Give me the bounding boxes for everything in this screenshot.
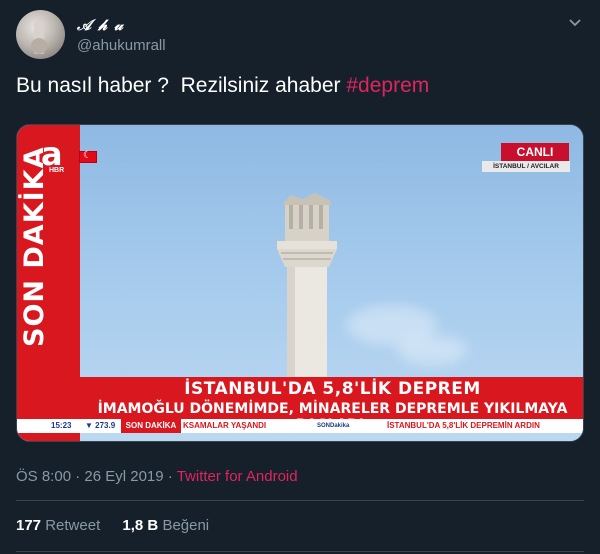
user-handle[interactable]: @ahukumrall — [77, 37, 166, 54]
more-options-icon[interactable] — [566, 14, 584, 32]
tweet-time[interactable]: ÖS 8:00 — [16, 468, 71, 485]
tweet-header: 𝒜 𝒽 𝓊 @ahukumrall — [16, 10, 584, 60]
meta-separator: · — [75, 468, 81, 485]
side-label: SON DAKİKA — [19, 146, 50, 348]
tweet-source-link[interactable]: Twitter for Android — [177, 468, 298, 485]
news-banner: İSTANBUL'DA 5,8'LİK DEPREM İMAMOĞLU DÖNE… — [80, 377, 583, 433]
hashtag-link[interactable]: #deprem — [346, 74, 429, 97]
like-stat[interactable]: 1,8 B Beğeni — [122, 517, 209, 534]
channel-logo-sub: HBR — [49, 167, 65, 174]
news-headline: İSTANBUL'DA 5,8'LİK DEPREM — [184, 379, 481, 399]
ticker-text: İSTANBUL'DA 5,8'LİK DEPREMİN ARDIN — [387, 421, 540, 430]
like-label: Beğeni — [162, 517, 210, 534]
retweet-count: 177 — [16, 517, 42, 534]
retweet-stat[interactable]: 177 Retweet — [16, 517, 100, 534]
divider — [16, 500, 584, 501]
news-ticker: 15:23 ▼ 273.9 SON DAKİKA KSAMALAR YAŞAND… — [17, 419, 583, 433]
live-badge: CANLI — [501, 143, 569, 161]
tweet-stats: 177 Retweet 1,8 B Beğeni — [16, 517, 227, 534]
ticker-text: KSAMALAR YAŞANDI — [183, 421, 267, 430]
tweet-media-image[interactable]: a HBR SON DAKİKA CANLI İSTANBUL / AVCILA… — [16, 124, 584, 442]
ticker-brand: SONDakika — [317, 423, 350, 429]
tweet-meta: ÖS 8:00 · 26 Eyl 2019 · Twitter for Andr… — [16, 468, 298, 485]
ticker-time: 15:23 — [51, 421, 72, 430]
location-label: İSTANBUL / AVCILAR — [482, 161, 570, 172]
like-count: 1,8 B — [122, 517, 159, 534]
turkish-flag-icon — [79, 150, 97, 163]
tweet-body: Bu nasıl haber ? Rezilsiniz ahaber — [16, 74, 347, 97]
avatar-figure-base — [31, 38, 47, 54]
display-name[interactable]: 𝒜 𝒽 𝓊 — [77, 16, 124, 34]
tweet-text: Bu nasıl haber ? Rezilsiniz ahaber #depr… — [16, 72, 429, 100]
ticker-stock: ▼ 273.9 — [85, 421, 116, 430]
cloud — [397, 335, 467, 365]
retweet-label: Retweet — [45, 517, 101, 534]
tweet-date[interactable]: 26 Eyl 2019 — [84, 468, 163, 485]
divider — [16, 551, 584, 552]
ticker-label: SON DAKİKA — [121, 419, 181, 433]
avatar[interactable] — [16, 10, 65, 59]
meta-separator: · — [167, 468, 173, 485]
